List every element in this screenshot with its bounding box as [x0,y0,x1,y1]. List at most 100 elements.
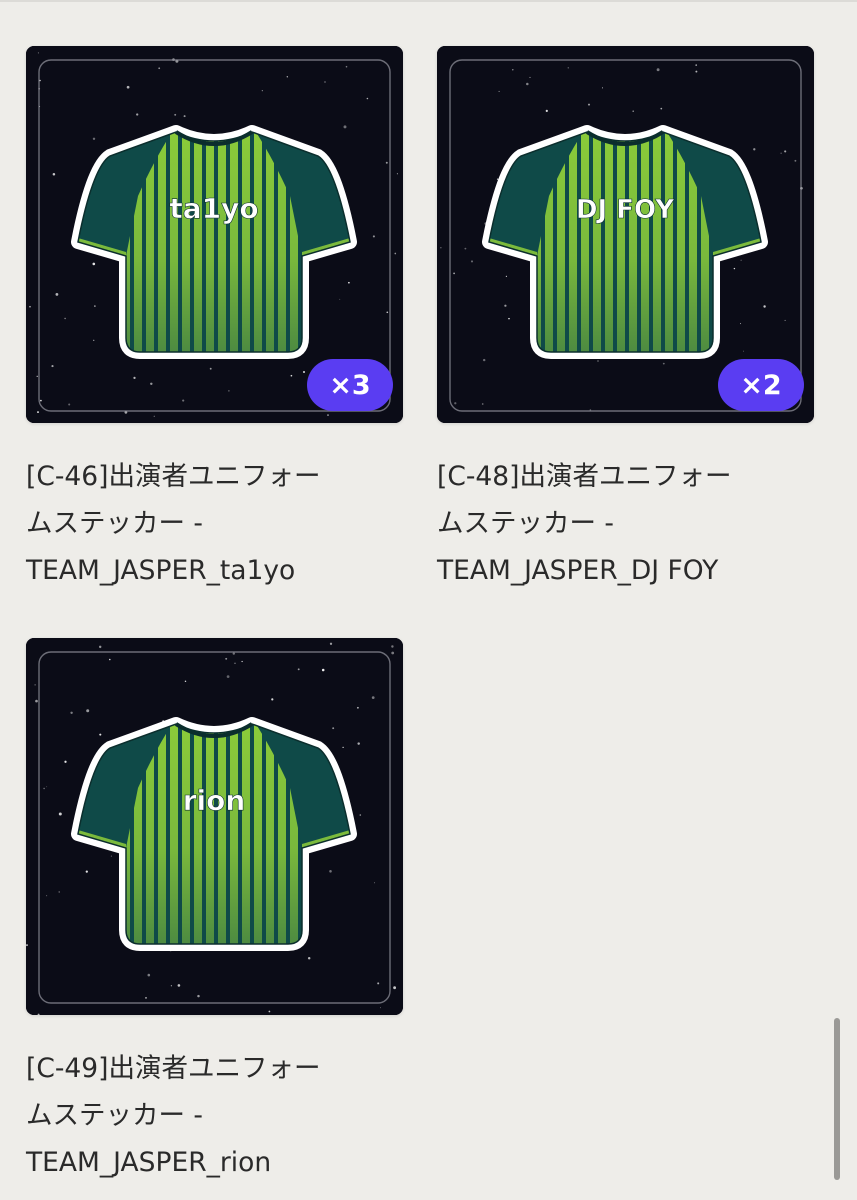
star-dot [396,173,398,175]
star-dot [110,855,112,857]
star-dot [529,76,531,78]
star-dot [508,317,510,320]
star-dot [348,281,350,284]
star-dot [440,247,442,249]
product-title-line: TEAM_JASPER_rion [26,1147,272,1178]
product-title-line: [C-48]出演者ユニフォー [437,461,732,492]
star-dot [58,812,62,816]
star-dot [366,97,369,100]
star-dot [601,87,604,89]
star-dot [632,110,634,112]
star-dot [512,69,514,71]
scrollbar[interactable] [834,1018,840,1180]
jersey-player-name: ta1yo [169,192,258,225]
product-image[interactable]: ta1yo ×3 [26,46,403,423]
product-title-line: ムステッカー - [437,508,614,539]
product-title[interactable]: [C-48]出演者ユニフォー ムステッカー - TEAM_JASPER_DJ F… [437,453,814,594]
star-dot [391,645,394,648]
product-card[interactable]: rion [C-49]出演者ユニフォー ムステッカー - TEAM_JASPER… [26,638,403,1186]
star-dot [158,67,161,70]
star-dot [46,895,48,897]
star-dot [329,642,333,645]
star-dot [345,65,348,68]
star-dot [374,882,376,884]
star-dot [303,371,305,373]
jersey-player-name: rion [183,784,246,817]
star-dot [34,684,36,686]
star-dot [662,362,665,365]
star-dot [37,411,39,414]
star-dot [183,115,186,118]
star-dot [656,68,660,72]
star-dot [307,956,311,960]
star-dot [40,399,42,402]
header-divider [0,0,857,2]
star-dot [339,298,341,300]
star-dot [526,82,529,86]
star-dot [505,275,508,278]
star-dot [454,402,457,405]
star-dot [232,652,235,655]
star-dot [379,1007,381,1009]
star-dot [64,317,66,320]
star-dot [98,645,102,649]
star-dot [342,746,344,749]
star-dot [763,305,766,308]
star-dot [394,252,397,255]
star-dot [332,727,335,730]
product-image[interactable]: DJ FOY ×2 [437,46,814,423]
star-dot [470,260,474,263]
star-dot [597,360,599,362]
star-dot [35,699,38,703]
star-dot [482,358,486,362]
star-dot [588,103,590,106]
product-title-line: ムステッカー - [26,1100,203,1131]
star-dot [43,787,45,790]
star-dot [184,680,187,683]
star-dot [357,706,359,709]
star-dot [153,415,155,417]
star-dot [660,107,663,110]
star-dot [145,997,147,999]
star-dot [321,668,325,672]
star-dot [357,742,360,745]
star-dot [545,109,548,113]
star-dot [371,696,375,699]
star-dot [481,403,484,405]
product-card[interactable]: ta1yo ×3 [C-46]出演者ユニフォー ムステッカー - TEAM_JA… [26,46,403,594]
product-title-line: TEAM_JASPER_ta1yo [26,555,296,586]
star-dot [94,305,96,307]
star-dot [567,67,569,69]
product-title[interactable]: [C-49]出演者ユニフォー ムステッカー - TEAM_JASPER_rion [26,1045,403,1186]
star-dot [225,657,228,660]
star-dot [743,350,745,352]
star-dot [58,891,60,893]
star-dot [226,675,230,678]
star-dot [174,113,177,116]
star-dot [784,150,787,153]
star-dot [453,272,455,275]
star-dot [170,985,173,987]
star-dot [92,137,96,141]
star-dot [55,293,59,296]
product-title[interactable]: [C-46]出演者ユニフォー ムステッカー - TEAM_JASPER_ta1y… [26,453,403,594]
star-dot [209,367,212,370]
star-dot [740,323,741,325]
star-dot [93,339,95,341]
star-dot [126,85,130,89]
star-dot [297,668,300,671]
star-dot [391,651,395,655]
star-dot [695,64,697,66]
star-dot [70,711,73,715]
star-dot [234,662,236,664]
star-dot [150,382,153,386]
star-dot [327,414,329,417]
product-card[interactable]: DJ FOY ×2 [C-48]出演者ユニフォー ムステッカー - TEAM_J… [437,46,814,594]
star-dot [133,376,136,380]
product-image[interactable]: rion [26,638,403,1015]
star-dot [182,399,185,402]
star-dot [359,814,362,816]
star-dot [46,786,48,788]
star-dot [271,698,274,701]
quantity-badge: ×3 [307,359,393,411]
